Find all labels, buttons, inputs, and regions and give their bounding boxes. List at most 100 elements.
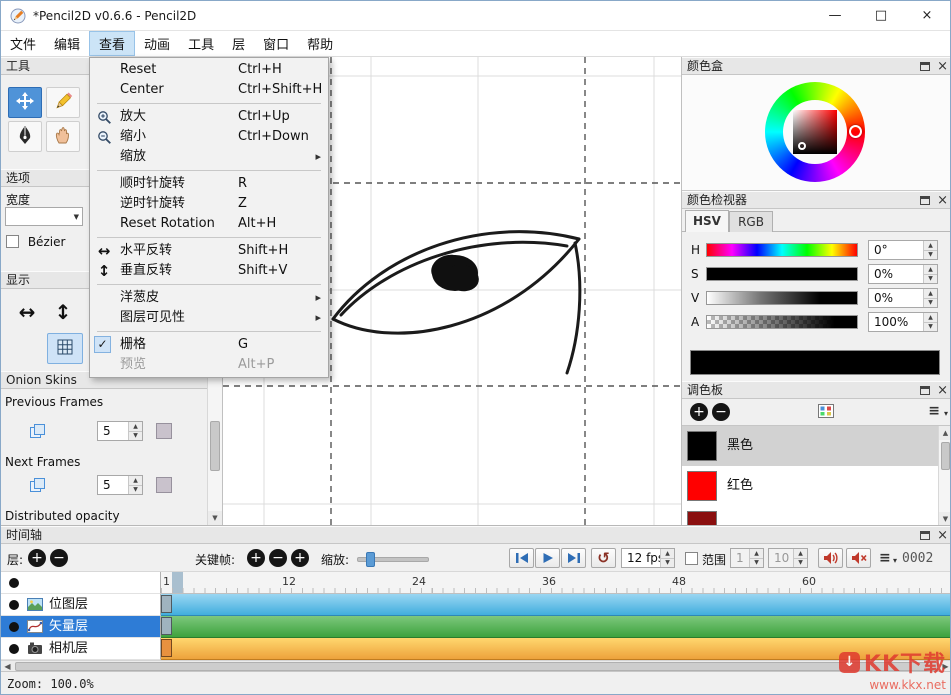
- menu-item-zoom-submenu[interactable]: 缩放▸: [90, 147, 328, 167]
- slider-handle[interactable]: [366, 552, 375, 567]
- close-button[interactable]: ×: [904, 1, 950, 30]
- spin-up-button[interactable]: ▲: [129, 476, 142, 486]
- saturation-slider[interactable]: [706, 267, 858, 281]
- menu-item-zoom-in[interactable]: 放大Ctrl+Up: [90, 107, 328, 127]
- scrollbar-thumb[interactable]: [210, 421, 220, 471]
- pencil-tool-button[interactable]: [46, 87, 80, 118]
- move-tool-button[interactable]: [8, 87, 42, 118]
- layer-visibility-dot[interactable]: [9, 622, 19, 632]
- scroll-down-button[interactable]: ▼: [208, 511, 222, 525]
- spin-up-button[interactable]: ▲: [661, 549, 674, 559]
- color-box-header[interactable]: 颜色盒 ×: [682, 57, 951, 75]
- hand-tool-button[interactable]: [46, 121, 80, 152]
- tab-hsv[interactable]: HSV: [685, 210, 729, 232]
- layer-indicator-dot[interactable]: [9, 578, 19, 588]
- close-dock-icon[interactable]: ×: [937, 530, 948, 541]
- spin-down-button[interactable]: ▼: [129, 486, 142, 495]
- color-wheel[interactable]: [765, 82, 865, 182]
- bitmap-layer-track[interactable]: [161, 594, 951, 616]
- scroll-down-button[interactable]: ▼: [939, 512, 951, 525]
- palette-item-black[interactable]: 黑色: [682, 426, 938, 466]
- play-button[interactable]: [535, 548, 560, 568]
- palette-header[interactable]: 调色板 ×: [682, 381, 951, 399]
- spin-down-button[interactable]: ▼: [661, 559, 674, 568]
- previous-frame-button[interactable]: [509, 548, 534, 568]
- menubar-item-tools[interactable]: 工具: [179, 31, 223, 56]
- hue-slider[interactable]: [706, 243, 858, 257]
- keyframe-cell[interactable]: [161, 617, 172, 635]
- float-dock-icon[interactable]: [920, 62, 930, 71]
- menu-item-preview[interactable]: 预览Alt+P: [90, 355, 328, 375]
- spin-down-button[interactable]: ▼: [794, 559, 807, 568]
- spin-down-button[interactable]: ▼: [750, 559, 763, 568]
- width-combobox[interactable]: ▼: [5, 207, 83, 226]
- menubar-item-edit[interactable]: 编辑: [45, 31, 89, 56]
- palette-item-darkred[interactable]: [682, 506, 938, 525]
- keyframe-cell[interactable]: [161, 639, 172, 657]
- spin-up-button[interactable]: ▲: [924, 265, 937, 275]
- menu-item-zoom-out[interactable]: 缩小Ctrl+Down: [90, 127, 328, 147]
- range-start-spinbox[interactable]: 1 ▲▼: [730, 548, 764, 568]
- timeline-ruler[interactable]: 1 12 24 36 48 60: [161, 572, 951, 594]
- flip-horizontal-button[interactable]: ↔: [11, 297, 43, 327]
- spin-up-button[interactable]: ▲: [924, 289, 937, 299]
- layer-visibility-dot[interactable]: [9, 600, 19, 610]
- saturation-spinbox[interactable]: 0% ▲▼: [868, 264, 938, 284]
- menu-item-layer-visibility[interactable]: 图层可见性▸: [90, 308, 328, 328]
- menu-item-center[interactable]: CenterCtrl+Shift+H: [90, 80, 328, 100]
- duplicate-keyframe-button[interactable]: +: [291, 549, 309, 567]
- range-checkbox[interactable]: [685, 552, 698, 565]
- spin-up-button[interactable]: ▲: [924, 241, 937, 251]
- spin-down-button[interactable]: ▼: [924, 251, 937, 260]
- options-scrollbar[interactable]: ▼: [207, 373, 222, 525]
- spin-up-button[interactable]: ▲: [794, 549, 807, 559]
- palette-scrollbar[interactable]: ▲ ▼: [938, 426, 951, 525]
- palette-menu-icon[interactable]: ≡: [928, 403, 940, 419]
- minimize-button[interactable]: —: [812, 1, 858, 30]
- alpha-spinbox[interactable]: 100% ▲▼: [868, 312, 938, 332]
- menu-item-flip-horizontal[interactable]: ↔ 水平反转Shift+H: [90, 241, 328, 261]
- spin-down-button[interactable]: ▼: [129, 432, 142, 441]
- menubar-item-layer[interactable]: 层: [223, 31, 254, 56]
- menu-item-rotate-counterclockwise[interactable]: 逆时针旋转Z: [90, 194, 328, 214]
- hue-spinbox[interactable]: 0° ▲▼: [868, 240, 938, 260]
- spin-up-button[interactable]: ▲: [129, 422, 142, 432]
- hue-marker[interactable]: [849, 125, 862, 138]
- range-end-spinbox[interactable]: 10 ▲▼: [768, 548, 808, 568]
- menu-item-flip-vertical[interactable]: ↕ 垂直反转Shift+V: [90, 261, 328, 281]
- add-color-button[interactable]: +: [690, 403, 708, 421]
- onion-previous-color-swatch[interactable]: [156, 423, 172, 439]
- alpha-slider[interactable]: [706, 315, 858, 329]
- menu-item-grid[interactable]: ✓ 栅格G: [90, 335, 328, 355]
- keyframe-cell[interactable]: [161, 595, 172, 613]
- loop-button[interactable]: ↺: [591, 548, 616, 568]
- float-dock-icon[interactable]: [920, 386, 930, 395]
- add-keyframe-button[interactable]: +: [247, 549, 265, 567]
- close-dock-icon[interactable]: ×: [937, 61, 948, 72]
- pen-tool-button[interactable]: [8, 121, 42, 152]
- layer-row-bitmap[interactable]: 位图层: [1, 594, 161, 616]
- vector-layer-track[interactable]: [161, 616, 951, 638]
- camera-layer-track[interactable]: [161, 638, 951, 660]
- menubar-item-animation[interactable]: 动画: [135, 31, 179, 56]
- scrollbar-thumb[interactable]: [15, 662, 938, 671]
- maximize-button[interactable]: □: [858, 1, 904, 30]
- spin-up-button[interactable]: ▲: [750, 549, 763, 559]
- spin-down-button[interactable]: ▼: [924, 275, 937, 284]
- menubar-item-file[interactable]: 文件: [1, 31, 45, 56]
- scroll-up-button[interactable]: ▲: [939, 426, 951, 440]
- close-dock-icon[interactable]: ×: [937, 195, 948, 206]
- color-inspector-header[interactable]: 颜色检视器 ×: [682, 191, 951, 209]
- timeline-menu-icon[interactable]: ≡: [879, 550, 891, 566]
- value-spinbox[interactable]: 0% ▲▼: [868, 288, 938, 308]
- fps-spinbox[interactable]: 12 fps ▲▼: [621, 548, 675, 568]
- layer-row-vector[interactable]: 矢量层: [1, 616, 161, 638]
- next-frames-spinbox[interactable]: 5 ▲▼: [97, 475, 143, 495]
- spin-up-button[interactable]: ▲: [924, 313, 937, 323]
- add-layer-button[interactable]: +: [28, 549, 46, 567]
- spin-down-button[interactable]: ▼: [924, 323, 937, 332]
- value-slider[interactable]: [706, 291, 858, 305]
- palette-item-red[interactable]: 红色: [682, 466, 938, 506]
- timeline-header[interactable]: 时间轴 ×: [1, 526, 951, 544]
- next-frame-button[interactable]: [561, 548, 586, 568]
